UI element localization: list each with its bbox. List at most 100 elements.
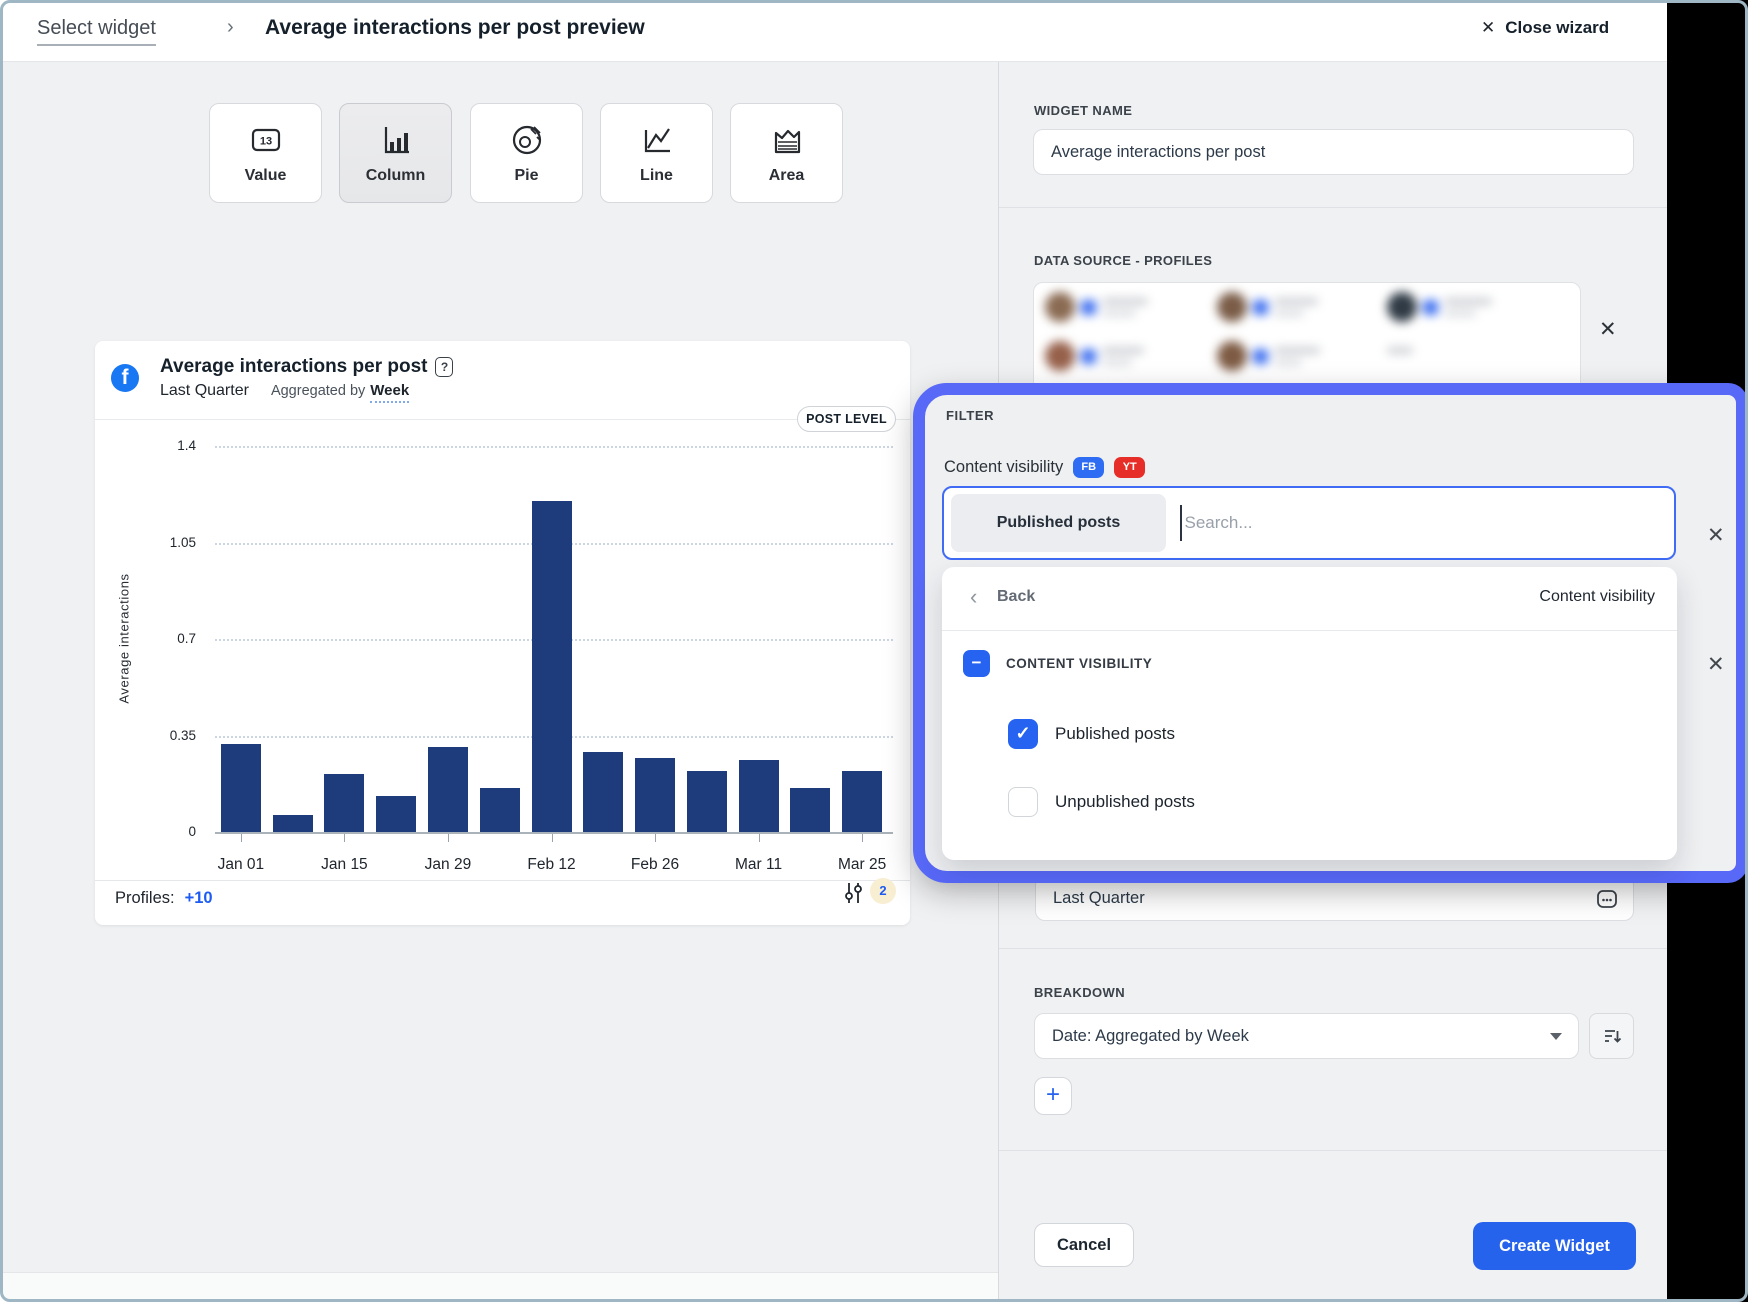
text-caret	[1180, 505, 1182, 541]
widget-wizard-window: Select widget › Average interactions per…	[0, 0, 1748, 1302]
add-breakdown-button[interactable]: +	[1034, 1077, 1072, 1115]
line-chart-icon	[638, 121, 676, 159]
x-tick-label: Jan 15	[304, 856, 384, 874]
x-tick-label: Jan 29	[408, 856, 488, 874]
bar-Feb 26[interactable]	[635, 758, 675, 832]
y-tick-label: 0	[136, 824, 196, 839]
filter-section-highlight: FILTER Content visibility FB YT Publishe…	[913, 383, 1748, 883]
close-wizard-button[interactable]: ✕ Close wizard	[1481, 18, 1609, 38]
selected-filter-tag[interactable]: Published posts	[951, 494, 1166, 552]
breakdown-sort-button[interactable]	[1589, 1013, 1634, 1059]
option-published-posts[interactable]: Published posts	[1008, 719, 1175, 749]
active-filters-count-badge: 2	[870, 878, 896, 904]
filter-label: FILTER	[946, 408, 994, 423]
card-footer-divider	[95, 880, 910, 881]
bar-week-4[interactable]	[376, 796, 416, 832]
bar-week-8[interactable]	[583, 752, 623, 832]
bar-week-10[interactable]	[687, 771, 727, 832]
profiles-more-link[interactable]: +10	[185, 889, 213, 908]
actions-divider	[999, 1150, 1668, 1151]
chart-period: Last Quarter	[160, 382, 249, 400]
aggregation-value[interactable]: Week	[370, 382, 409, 403]
x-tick-label: Feb 26	[615, 856, 695, 874]
filter-field-row: Content visibility FB YT	[944, 457, 1145, 478]
svg-text:13: 13	[259, 136, 271, 148]
chart-preview-card: f Average interactions per post ? Last Q…	[95, 341, 910, 925]
dropdown-header: ‹ Back Content visibility	[942, 567, 1677, 630]
value-icon: 13	[247, 121, 285, 159]
filter-search-input[interactable]: Published posts Search...	[942, 486, 1676, 560]
bar-Feb 12[interactable]	[532, 501, 572, 832]
chart-filters-button[interactable]: 2	[843, 881, 893, 917]
facebook-network-badge: FB	[1073, 457, 1104, 478]
breadcrumb-select-widget[interactable]: Select widget	[37, 17, 156, 46]
checkbox-unchecked[interactable]	[1008, 787, 1038, 817]
cancel-button[interactable]: Cancel	[1034, 1223, 1134, 1267]
bar-week-12[interactable]	[790, 788, 830, 832]
facebook-icon: f	[111, 364, 139, 392]
widget-type-area[interactable]: Area	[730, 103, 843, 203]
section-divider	[999, 948, 1668, 949]
y-tick-label: 0.7	[136, 631, 196, 646]
widget-type-pie[interactable]: Pie	[470, 103, 583, 203]
preview-panel-footer	[3, 1272, 998, 1299]
aggregated-by-label: Aggregated by	[271, 383, 365, 399]
remove-profiles-icon[interactable]: ✕	[1599, 317, 1617, 342]
x-tick-label: Mar 11	[719, 856, 799, 874]
calendar-icon[interactable]	[1595, 887, 1619, 911]
sort-descending-icon	[1602, 1026, 1622, 1046]
bar-Jan 29[interactable]	[428, 747, 468, 832]
post-level-badge: POST LEVEL	[797, 406, 896, 432]
remove-filter-row-icon[interactable]: ✕	[1707, 652, 1725, 677]
bar-Mar 25[interactable]	[842, 771, 882, 832]
filter-field-name: Content visibility	[944, 458, 1063, 477]
bar-Mar 11[interactable]	[739, 760, 779, 832]
y-tick-label: 1.4	[136, 438, 196, 453]
help-icon[interactable]: ?	[435, 357, 453, 377]
y-axis-label: Average interactions	[117, 524, 132, 754]
bar-week-6[interactable]	[480, 788, 520, 832]
card-divider	[95, 419, 910, 420]
breadcrumb-chevron-icon: ›	[227, 16, 234, 39]
bar-week-2[interactable]	[273, 815, 313, 832]
remove-filter-icon[interactable]: ✕	[1707, 523, 1725, 548]
chart-subtitle: Last Quarter Aggregated by Week	[160, 382, 409, 403]
close-wizard-label: Close wizard	[1505, 18, 1609, 38]
widget-name-input[interactable]: Average interactions per post	[1033, 129, 1634, 175]
breakdown-label: BREAKDOWN	[1034, 985, 1125, 1000]
dropdown-heading: Content visibility	[942, 588, 1655, 606]
dropdown-divider	[942, 630, 1677, 631]
breakdown-select[interactable]: Date: Aggregated by Week	[1034, 1013, 1579, 1059]
group-label: CONTENT VISIBILITY	[1006, 656, 1152, 671]
create-widget-button[interactable]: Create Widget	[1473, 1222, 1636, 1270]
checkbox-checked[interactable]	[1008, 719, 1038, 749]
x-tick-label: Jan 01	[201, 856, 281, 874]
section-divider	[999, 207, 1668, 208]
profiles-summary: Profiles: +10	[115, 889, 213, 908]
bar-Jan 01[interactable]	[221, 744, 261, 832]
option-unpublished-posts[interactable]: Unpublished posts	[1008, 787, 1195, 817]
youtube-network-badge: YT	[1114, 457, 1145, 478]
data-source-label: DATA SOURCE - PROFILES	[1034, 253, 1212, 268]
area-chart-icon	[768, 121, 806, 159]
chevron-down-icon	[1550, 1033, 1562, 1040]
widget-type-value[interactable]: 13 Value	[209, 103, 322, 203]
column-chart-icon	[377, 121, 415, 159]
close-icon[interactable]: ✕	[1481, 18, 1495, 38]
x-tick-label: Mar 25	[822, 856, 902, 874]
group-checkbox-indeterminate[interactable]: −	[963, 650, 990, 677]
search-placeholder: Search...	[1185, 513, 1253, 533]
chart-title: Average interactions per post ?	[160, 356, 453, 378]
bar-Jan 15[interactable]	[324, 774, 364, 832]
y-tick-label: 0.35	[136, 728, 196, 743]
widget-name-label: WIDGET NAME	[1034, 103, 1132, 118]
pie-chart-icon	[508, 121, 546, 159]
filter-options-dropdown: ‹ Back Content visibility − CONTENT VISI…	[942, 567, 1677, 860]
page-title: Average interactions per post preview	[265, 16, 645, 40]
y-tick-label: 1.05	[136, 535, 196, 550]
wizard-header: Select widget › Average interactions per…	[3, 0, 1667, 62]
sliders-icon	[843, 881, 865, 905]
widget-type-column[interactable]: Column	[339, 103, 452, 203]
x-tick-label: Feb 12	[512, 856, 592, 874]
widget-type-line[interactable]: Line	[600, 103, 713, 203]
